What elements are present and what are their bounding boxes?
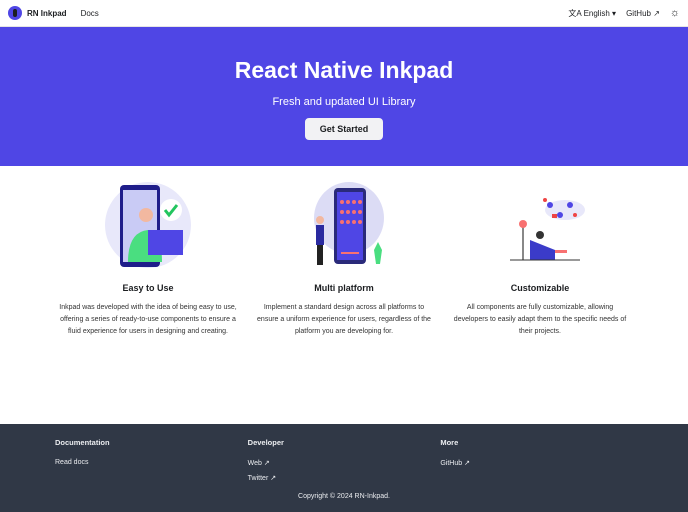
- multi-platform-illustration: [314, 182, 384, 265]
- web-link[interactable]: Web ↗: [248, 459, 441, 467]
- feature-title: Customizable: [510, 283, 570, 293]
- language-dropdown[interactable]: 文A English ▾: [568, 8, 616, 19]
- hero-title: React Native Inkpad: [234, 57, 454, 83]
- feature-text: Implement a standard design across all p…: [257, 304, 431, 335]
- get-started-button[interactable]: Get Started: [304, 118, 384, 140]
- footer-col-title: More: [440, 438, 459, 447]
- feature-customizable: Customizable All components are fully cu…: [450, 180, 630, 424]
- brand-name: RN Inkpad: [27, 8, 67, 18]
- read-docs-link[interactable]: Read docs: [55, 459, 248, 466]
- footer-col-title: Developer: [247, 438, 284, 447]
- logo-icon: [8, 6, 22, 20]
- easy-to-use-illustration: [105, 182, 191, 268]
- github-label: GitHub: [626, 8, 651, 18]
- feature-title: Easy to Use: [122, 283, 174, 293]
- footer-col-title: Documentation: [55, 438, 110, 447]
- nav-docs-link[interactable]: Docs: [81, 9, 99, 18]
- feature-title: Multi platform: [314, 283, 374, 293]
- footer-col-documentation: Documentation Read docs: [55, 438, 248, 489]
- feature-text: All components are fully customizable, a…: [453, 304, 627, 335]
- feature-multi-platform: Multi platform Implement a standard desi…: [254, 180, 434, 424]
- twitter-link[interactable]: Twitter ↗: [248, 474, 441, 482]
- hero: React Native Inkpad Fresh and updated UI…: [0, 27, 688, 166]
- feature-easy-to-use: Easy to Use Inkpad was developed with th…: [58, 180, 238, 424]
- customizable-illustration: [510, 198, 585, 261]
- footer-col-developer: Developer Web ↗ Twitter ↗: [248, 438, 441, 489]
- features: Easy to Use Inkpad was developed with th…: [0, 166, 688, 424]
- github-link[interactable]: GitHub ↗: [626, 9, 660, 18]
- hero-subtitle: Fresh and updated UI Library: [272, 96, 416, 108]
- translate-icon: 文A: [568, 8, 582, 18]
- external-link-icon: ↗: [653, 8, 660, 18]
- language-label: English: [583, 8, 610, 18]
- feature-text: Inkpad was developed with the idea of be…: [59, 304, 237, 335]
- copyright: Copyright © 2024 RN-Inkpad.: [298, 493, 390, 500]
- brand-link[interactable]: RN Inkpad: [8, 6, 67, 20]
- footer-col-more: More GitHub ↗: [440, 438, 633, 489]
- navbar: RN Inkpad Docs 文A English ▾ GitHub ↗ ☼: [0, 0, 688, 27]
- footer-github-link[interactable]: GitHub ↗: [440, 459, 633, 467]
- footer: Documentation Read docs Developer Web ↗ Twi…: [0, 424, 688, 512]
- theme-toggle-icon[interactable]: ☼: [670, 7, 680, 19]
